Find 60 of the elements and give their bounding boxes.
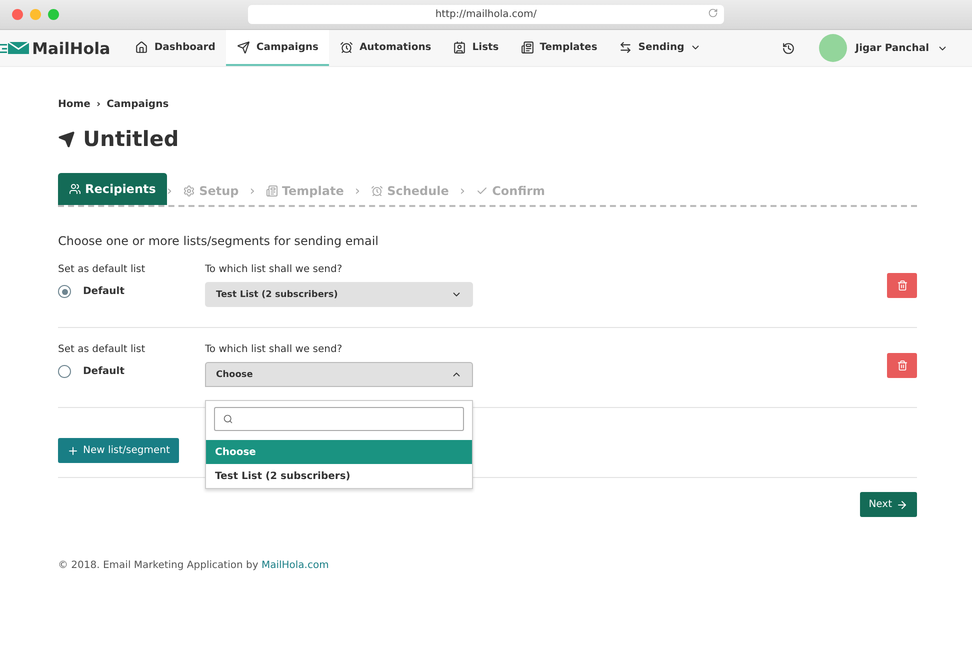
paper-plane-icon [58, 130, 75, 148]
step-separator: › [250, 182, 255, 200]
reload-icon[interactable] [708, 8, 718, 18]
settings-icon [183, 185, 196, 197]
search-field[interactable] [214, 407, 464, 431]
paper-plane-icon [237, 40, 250, 54]
user-menu[interactable]: Jigar Panchal [819, 30, 972, 66]
radio-label: Default [83, 366, 125, 377]
field-label: Set as default list [58, 344, 146, 355]
search-icon [223, 414, 233, 424]
close-window-icon[interactable] [12, 9, 23, 20]
swap-arrows-icon [619, 40, 632, 54]
radio-button[interactable] [58, 285, 71, 298]
template-icon [520, 40, 534, 54]
breadcrumb-link[interactable]: Home [58, 99, 90, 110]
users-icon [69, 183, 81, 195]
wizard-step-tab[interactable]: Recipients [58, 173, 167, 205]
radio-button[interactable] [58, 365, 71, 378]
step-separator: › [460, 182, 466, 200]
address-bar[interactable]: http://mailhola.com/ [248, 5, 724, 24]
check-icon [476, 185, 488, 197]
delete-button[interactable] [887, 273, 917, 298]
home-icon [135, 40, 148, 54]
history-icon[interactable] [782, 42, 796, 54]
breadcrumb-separator: › [96, 99, 101, 110]
next-button[interactable]: Next [860, 492, 917, 517]
arrow-right-icon [896, 498, 908, 510]
list-select[interactable]: Choose [205, 362, 473, 387]
field-label: To which list shall we send? [205, 264, 344, 275]
avatar [819, 34, 848, 62]
footer-text: © 2018. Email Marketing Application by MailHola.com [58, 560, 329, 571]
contact-book-icon [453, 40, 466, 54]
dropdown-option[interactable]: Choose [206, 440, 472, 464]
dropdown-option[interactable]: Test List (2 subscribers) [206, 464, 472, 488]
maximize-window-icon[interactable] [48, 9, 59, 20]
step-separator: › [354, 182, 360, 200]
nav-link[interactable]: Templates [510, 30, 608, 66]
radio-label: Default [83, 286, 125, 297]
nav-link[interactable]: Automations [329, 30, 442, 66]
field-label: To which list shall we send? [205, 344, 344, 355]
section-heading: Choose one or more lists/segments for sending email [58, 234, 380, 248]
page-title: Untitled [83, 127, 179, 151]
step-separator: › [166, 182, 172, 200]
nav-link[interactable]: Dashboard [124, 30, 226, 66]
template-icon [266, 185, 278, 197]
alarm-clock-icon [371, 185, 384, 197]
new-list-button[interactable]: New list/segment [58, 438, 179, 463]
brand-name: MailHola [32, 38, 110, 58]
list-select[interactable]: Test List (2 subscribers) [205, 282, 473, 307]
nav-link[interactable]: Campaigns [226, 30, 330, 66]
trash-icon [896, 280, 908, 291]
footer-link[interactable]: MailHola.com [261, 560, 329, 571]
trash-icon [896, 360, 908, 371]
field-label: Set as default list [58, 264, 146, 275]
plus-icon [67, 444, 79, 456]
nav-link[interactable]: Lists [442, 30, 510, 66]
breadcrumb-link[interactable]: Campaigns [106, 99, 169, 110]
delete-button[interactable] [887, 353, 917, 378]
alarm-clock-icon [340, 40, 354, 54]
nav-link[interactable]: Sending [608, 30, 712, 66]
